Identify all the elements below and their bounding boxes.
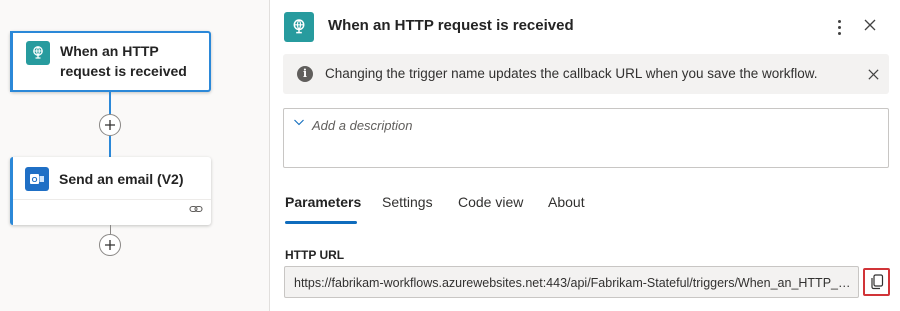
active-tab-indicator — [285, 221, 357, 224]
connector-line — [110, 225, 111, 234]
workflow-canvas: When an HTTP request is received O Send … — [0, 0, 270, 311]
outlook-icon: O — [25, 167, 49, 191]
http-url-value: https://fabrikam-workflows.azurewebsites… — [294, 276, 854, 290]
info-message-bar: i Changing the trigger name updates the … — [283, 54, 889, 94]
send-email-node-title: Send an email (V2) — [59, 171, 184, 187]
panel-header: When an HTTP request is received — [271, 0, 900, 54]
close-icon — [868, 69, 879, 80]
add-step-button[interactable] — [99, 234, 121, 256]
send-email-node[interactable]: O Send an email (V2) — [10, 157, 211, 225]
tab-code-view[interactable]: Code view — [458, 194, 523, 210]
dismiss-info-button[interactable] — [867, 68, 880, 86]
add-step-button[interactable] — [99, 114, 121, 136]
plus-icon — [105, 120, 115, 130]
info-message-text: Changing the trigger name updates the ca… — [325, 66, 818, 81]
chevron-down-icon — [293, 114, 305, 132]
node-accent-bar — [10, 31, 13, 92]
tab-about[interactable]: About — [548, 194, 585, 210]
more-vertical-icon — [837, 19, 841, 23]
tab-parameters[interactable]: Parameters — [285, 194, 361, 210]
copy-icon — [870, 274, 883, 290]
http-url-label: HTTP URL — [285, 248, 345, 262]
connector-line — [109, 136, 111, 157]
close-panel-button[interactable] — [863, 18, 877, 37]
http-request-icon — [26, 41, 50, 65]
svg-text:O: O — [32, 175, 38, 184]
description-input[interactable]: Add a description — [283, 108, 889, 168]
close-icon — [864, 19, 876, 31]
trigger-node[interactable]: When an HTTP request is received — [10, 31, 211, 92]
copy-url-button[interactable] — [863, 268, 890, 296]
trigger-details-panel: When an HTTP request is received i Chang… — [271, 0, 900, 311]
node-divider — [13, 199, 211, 200]
more-options-button[interactable] — [831, 17, 847, 37]
panel-title[interactable]: When an HTTP request is received — [328, 17, 574, 34]
connector-line — [109, 92, 111, 114]
info-icon: i — [297, 66, 313, 82]
link-icon — [189, 201, 203, 219]
description-placeholder: Add a description — [312, 118, 413, 133]
trigger-node-title: When an HTTP request is received — [60, 43, 187, 79]
http-request-icon — [284, 12, 314, 42]
tab-settings[interactable]: Settings — [382, 194, 433, 210]
plus-icon — [105, 240, 115, 250]
http-url-field[interactable]: https://fabrikam-workflows.azurewebsites… — [284, 266, 859, 298]
